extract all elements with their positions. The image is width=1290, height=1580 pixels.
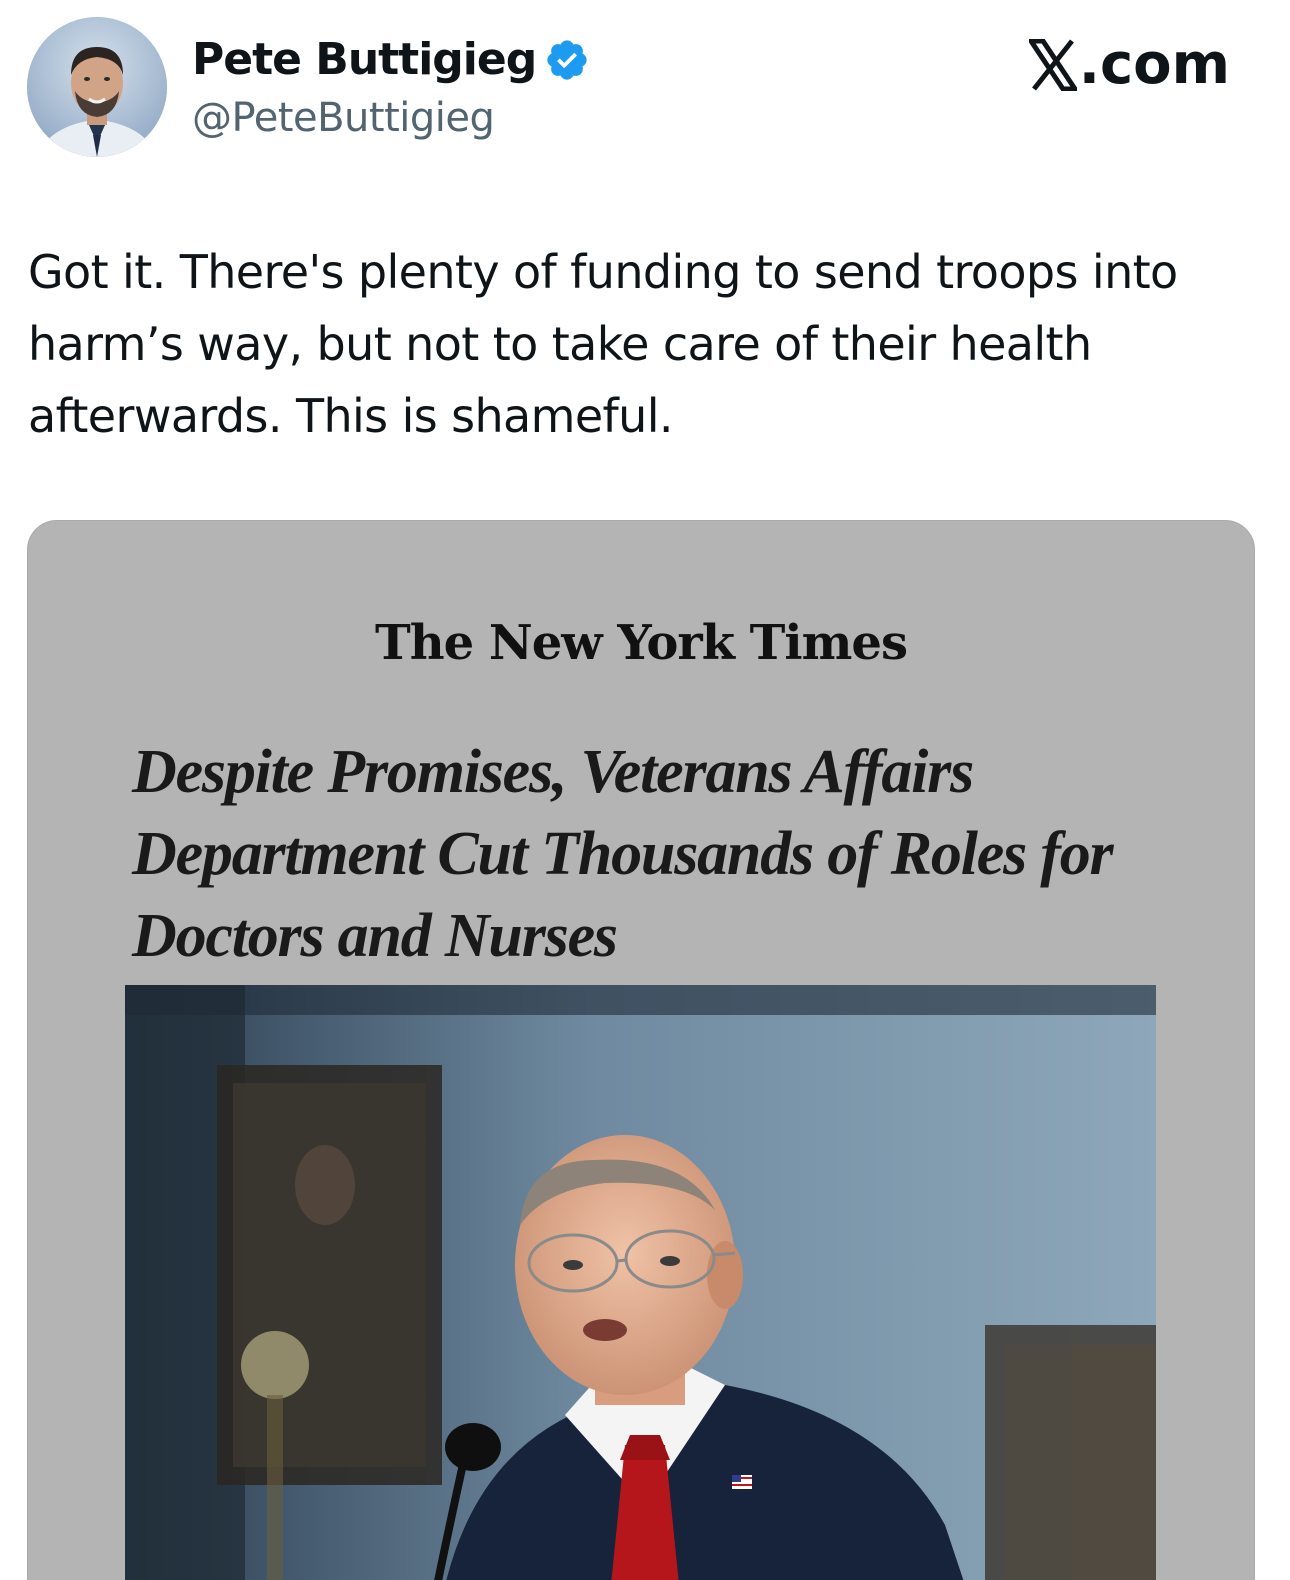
avatar[interactable] [27,17,167,157]
tweet-screenshot: Pete Buttigieg @PeteButtigieg .com Got i… [0,0,1290,1580]
tweet-text: Got it. There's plenty of funding to sen… [28,245,1178,443]
handle[interactable]: @PeteButtigieg [192,92,495,144]
news-photo-official-at-hearing [125,985,1156,1580]
site-domain: .com [1078,32,1230,97]
display-name[interactable]: Pete Buttigieg [192,34,537,86]
media-card[interactable]: The New York Times Despite Promises, Vet… [27,520,1255,1580]
publication-logo: The New York Times [375,615,908,671]
avatar-photo [27,17,167,157]
display-name-row[interactable]: Pete Buttigieg [192,34,590,86]
article-photo[interactable] [125,985,1156,1580]
site-label: .com [1026,32,1230,98]
article-headline: Despite Promises, Veterans Affairs Depar… [132,738,1114,970]
x-logo-icon [1026,38,1080,92]
verified-badge-icon [544,37,590,83]
